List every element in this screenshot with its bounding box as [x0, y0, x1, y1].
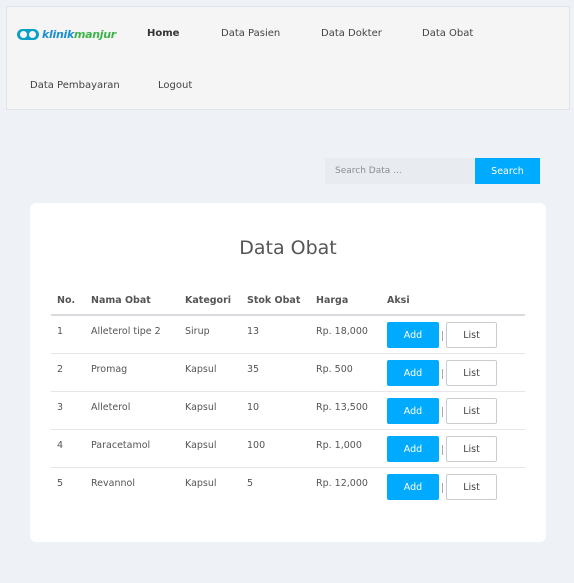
table-row: 3 Alleterol Kapsul 10 Rp. 13,500 Add Lis… — [51, 392, 525, 430]
list-button[interactable]: List — [446, 474, 497, 500]
cell-no: 5 — [57, 478, 64, 489]
cell-kategori: Kapsul — [185, 402, 217, 413]
cell-harga: Rp. 500 — [316, 364, 353, 375]
col-stok-obat: Stok Obat — [247, 295, 301, 306]
nav-data-pasien[interactable]: Data Pasien — [221, 28, 280, 39]
cell-harga: Rp. 12,000 — [316, 478, 368, 489]
nav-home[interactable]: Home — [147, 28, 179, 39]
logo-text: klinikmanjur — [42, 27, 116, 41]
button-separator — [442, 483, 443, 493]
cell-stok: 10 — [247, 402, 260, 413]
cell-stok: 13 — [247, 326, 260, 337]
nav-logout[interactable]: Logout — [158, 80, 192, 91]
col-harga: Harga — [316, 295, 349, 306]
cell-kategori: Kapsul — [185, 440, 217, 451]
obat-card: Data Obat No. Nama Obat Kategori Stok Ob… — [30, 203, 546, 542]
button-separator — [442, 369, 443, 379]
cell-no: 4 — [57, 440, 64, 451]
list-button[interactable]: List — [446, 322, 497, 348]
obat-table: No. Nama Obat Kategori Stok Obat Harga A… — [51, 286, 525, 506]
add-button[interactable]: Add — [387, 398, 439, 424]
klinikmanjur-logo[interactable]: klinikmanjur — [17, 25, 121, 43]
cell-harga: Rp. 13,500 — [316, 402, 368, 413]
cell-harga: Rp. 18,000 — [316, 326, 368, 337]
cell-nama-obat: Revannol — [91, 478, 135, 489]
cell-no: 1 — [57, 326, 64, 337]
button-separator — [442, 331, 443, 341]
col-aksi: Aksi — [387, 295, 410, 306]
navbar: klinikmanjur Home Data Pasien Data Dokte… — [6, 6, 570, 110]
cell-no: 2 — [57, 364, 64, 375]
cell-kategori: Kapsul — [185, 478, 217, 489]
col-nama-obat: Nama Obat — [91, 295, 151, 306]
search-bar: Search — [325, 158, 540, 184]
list-button[interactable]: List — [446, 398, 497, 424]
cell-stok: 35 — [247, 364, 260, 375]
table-row: 4 Paracetamol Kapsul 100 Rp. 1,000 Add L… — [51, 430, 525, 468]
page-title: Data Obat — [239, 237, 337, 259]
add-button[interactable]: Add — [387, 360, 439, 386]
cell-nama-obat: Paracetamol — [91, 440, 151, 451]
list-button[interactable]: List — [446, 360, 497, 386]
nav-data-pembayaran[interactable]: Data Pembayaran — [30, 80, 120, 91]
table-row: 2 Promag Kapsul 35 Rp. 500 Add List — [51, 354, 525, 392]
col-kategori: Kategori — [185, 295, 232, 306]
search-input[interactable] — [325, 158, 475, 184]
add-button[interactable]: Add — [387, 436, 439, 462]
list-button[interactable]: List — [446, 436, 497, 462]
logo-icon — [17, 28, 39, 40]
add-button[interactable]: Add — [387, 474, 439, 500]
cell-stok: 5 — [247, 478, 254, 489]
add-button[interactable]: Add — [387, 322, 439, 348]
nav-data-dokter[interactable]: Data Dokter — [321, 28, 382, 39]
nav-data-obat[interactable]: Data Obat — [422, 28, 473, 39]
button-separator — [442, 407, 443, 417]
cell-harga: Rp. 1,000 — [316, 440, 362, 451]
table-row: 5 Revannol Kapsul 5 Rp. 12,000 Add List — [51, 468, 525, 506]
col-no: No. — [57, 295, 76, 306]
cell-no: 3 — [57, 402, 64, 413]
table-header: No. Nama Obat Kategori Stok Obat Harga A… — [51, 286, 525, 316]
cell-nama-obat: Promag — [91, 364, 128, 375]
cell-kategori: Kapsul — [185, 364, 217, 375]
cell-nama-obat: Alleterol tipe 2 — [91, 326, 161, 337]
button-separator — [442, 445, 443, 455]
cell-kategori: Sirup — [185, 326, 210, 337]
table-row: 1 Alleterol tipe 2 Sirup 13 Rp. 18,000 A… — [51, 316, 525, 354]
cell-stok: 100 — [247, 440, 266, 451]
search-button[interactable]: Search — [475, 158, 540, 184]
cell-nama-obat: Alleterol — [91, 402, 131, 413]
